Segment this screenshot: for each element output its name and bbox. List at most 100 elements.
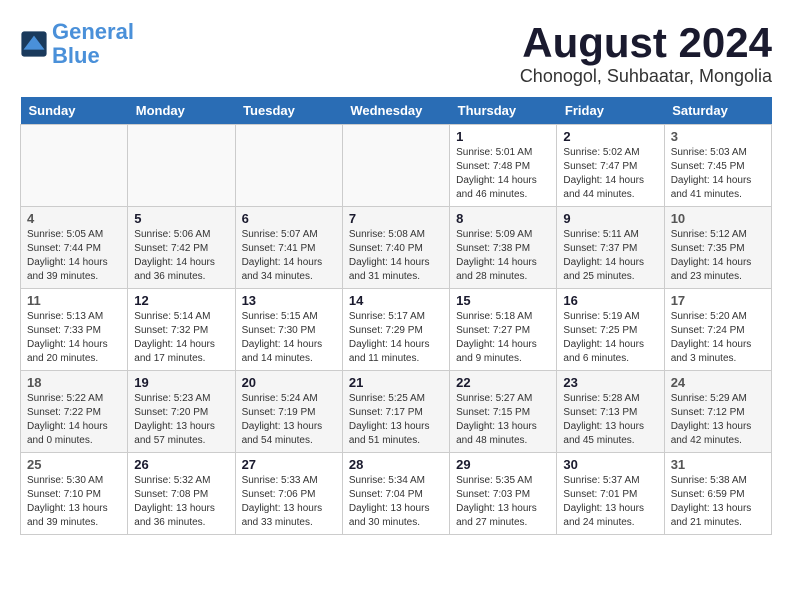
calendar-cell: 2 Sunrise: 5:02 AM Sunset: 7:47 PM Daylig…: [557, 125, 664, 207]
calendar-table: SundayMondayTuesdayWednesdayThursdayFrid…: [20, 97, 772, 535]
day-number: 21: [349, 375, 443, 390]
day-number: 11: [27, 293, 121, 308]
calendar-cell: 15 Sunrise: 5:18 AM Sunset: 7:27 PM Dayli…: [450, 289, 557, 371]
day-info: Sunrise: 5:37 AM Sunset: 7:01 PM Dayligh…: [563, 474, 657, 530]
calendar-cell: 10Sunrise: 5:12 AM Sunset: 7:35 PM Dayli…: [664, 207, 771, 289]
calendar-cell: 7Sunrise: 5:08 AM Sunset: 7:40 PM Daylig…: [342, 207, 449, 289]
week-row-2: 4 Sunrise: 5:05 AM Sunset: 7:44 PM Daylig…: [21, 207, 772, 289]
calendar-cell: 20 Sunrise: 5:24 AM Sunset: 7:19 PM Dayli…: [235, 371, 342, 453]
weekday-header-thursday: Thursday: [450, 97, 557, 125]
day-number: 25: [27, 457, 121, 472]
day-number: 8: [456, 211, 550, 226]
day-number: 18: [27, 375, 121, 390]
weekday-header-monday: Monday: [128, 97, 235, 125]
calendar-cell: [21, 125, 128, 207]
day-number: 26: [134, 457, 228, 472]
calendar-cell: 11 Sunrise: 5:13 AM Sunset: 7:33 PM Dayli…: [21, 289, 128, 371]
week-row-1: 1Sunrise: 5:01 AM Sunset: 7:48 PM Daylig…: [21, 125, 772, 207]
day-number: 6: [242, 211, 336, 226]
day-number: 2: [563, 129, 657, 144]
calendar-cell: 25 Sunrise: 5:30 AM Sunset: 7:10 PM Dayli…: [21, 453, 128, 535]
calendar-cell: 28 Sunrise: 5:34 AM Sunset: 7:04 PM Dayli…: [342, 453, 449, 535]
day-info: Sunrise: 5:34 AM Sunset: 7:04 PM Dayligh…: [349, 474, 443, 530]
weekday-header-sunday: Sunday: [21, 97, 128, 125]
day-info: Sunrise: 5:23 AM Sunset: 7:20 PM Dayligh…: [134, 392, 228, 448]
day-info: Sunrise: 5:18 AM Sunset: 7:27 PM Dayligh…: [456, 310, 550, 366]
day-info: Sunrise: 5:24 AM Sunset: 7:19 PM Dayligh…: [242, 392, 336, 448]
day-number: 22: [456, 375, 550, 390]
day-info: Sunrise: 5:35 AM Sunset: 7:03 PM Dayligh…: [456, 474, 550, 530]
calendar-cell: 13 Sunrise: 5:15 AM Sunset: 7:30 PM Dayli…: [235, 289, 342, 371]
calendar-cell: 24 Sunrise: 5:29 AM Sunset: 7:12 PM Dayli…: [664, 371, 771, 453]
day-number: 20: [242, 375, 336, 390]
calendar-cell: 14 Sunrise: 5:17 AM Sunset: 7:29 PM Dayli…: [342, 289, 449, 371]
day-number: 3: [671, 129, 765, 144]
day-info: Sunrise: 5:12 AM Sunset: 7:35 PM Dayligh…: [671, 228, 765, 284]
calendar-cell: 27 Sunrise: 5:33 AM Sunset: 7:06 PM Dayli…: [235, 453, 342, 535]
day-number: 4: [27, 211, 121, 226]
weekday-header-row: SundayMondayTuesdayWednesdayThursdayFrid…: [21, 97, 772, 125]
day-info: Sunrise: 5:27 AM Sunset: 7:15 PM Dayligh…: [456, 392, 550, 448]
day-number: 31: [671, 457, 765, 472]
day-info: Sunrise: 5:20 AM Sunset: 7:24 PM Dayligh…: [671, 310, 765, 366]
calendar-cell: 18Sunrise: 5:22 AM Sunset: 7:22 PM Dayli…: [21, 371, 128, 453]
day-info: Sunrise: 5:13 AM Sunset: 7:33 PM Dayligh…: [27, 310, 121, 366]
logo-line2: Blue: [52, 43, 100, 68]
day-info: Sunrise: 5:17 AM Sunset: 7:29 PM Dayligh…: [349, 310, 443, 366]
page-header: General Blue August 2024 Chonogol, Suhba…: [20, 20, 772, 87]
day-info: Sunrise: 5:05 AM Sunset: 7:44 PM Dayligh…: [27, 228, 121, 284]
weekday-header-wednesday: Wednesday: [342, 97, 449, 125]
day-info: Sunrise: 5:38 AM Sunset: 6:59 PM Dayligh…: [671, 474, 765, 530]
day-number: 13: [242, 293, 336, 308]
calendar-cell: [235, 125, 342, 207]
day-number: 5: [134, 211, 228, 226]
logo: General Blue: [20, 20, 134, 68]
day-number: 9: [563, 211, 657, 226]
calendar-cell: 3Sunrise: 5:03 AM Sunset: 7:45 PM Daylig…: [664, 125, 771, 207]
calendar-cell: [128, 125, 235, 207]
month-title: August 2024: [520, 20, 772, 66]
calendar-cell: 16 Sunrise: 5:19 AM Sunset: 7:25 PM Dayli…: [557, 289, 664, 371]
day-number: 27: [242, 457, 336, 472]
day-number: 29: [456, 457, 550, 472]
day-number: 17: [671, 293, 765, 308]
day-info: Sunrise: 5:32 AM Sunset: 7:08 PM Dayligh…: [134, 474, 228, 530]
day-number: 28: [349, 457, 443, 472]
day-info: Sunrise: 5:11 AM Sunset: 7:37 PM Dayligh…: [563, 228, 657, 284]
day-info: Sunrise: 5:14 AM Sunset: 7:32 PM Dayligh…: [134, 310, 228, 366]
week-row-4: 18Sunrise: 5:22 AM Sunset: 7:22 PM Dayli…: [21, 371, 772, 453]
day-number: 14: [349, 293, 443, 308]
title-block: August 2024 Chonogol, Suhbaatar, Mongoli…: [520, 20, 772, 87]
day-info: Sunrise: 5:25 AM Sunset: 7:17 PM Dayligh…: [349, 392, 443, 448]
calendar-cell: 8 Sunrise: 5:09 AM Sunset: 7:38 PM Daylig…: [450, 207, 557, 289]
calendar-cell: 9 Sunrise: 5:11 AM Sunset: 7:37 PM Daylig…: [557, 207, 664, 289]
day-number: 7: [349, 211, 443, 226]
calendar-cell: 21 Sunrise: 5:25 AM Sunset: 7:17 PM Dayli…: [342, 371, 449, 453]
day-info: Sunrise: 5:30 AM Sunset: 7:10 PM Dayligh…: [27, 474, 121, 530]
day-info: Sunrise: 5:09 AM Sunset: 7:38 PM Dayligh…: [456, 228, 550, 284]
weekday-header-friday: Friday: [557, 97, 664, 125]
day-info: Sunrise: 5:06 AM Sunset: 7:42 PM Dayligh…: [134, 228, 228, 284]
location-subtitle: Chonogol, Suhbaatar, Mongolia: [520, 66, 772, 87]
calendar-cell: 29 Sunrise: 5:35 AM Sunset: 7:03 PM Dayli…: [450, 453, 557, 535]
calendar-cell: 1Sunrise: 5:01 AM Sunset: 7:48 PM Daylig…: [450, 125, 557, 207]
day-info: Sunrise: 5:01 AM Sunset: 7:48 PM Dayligh…: [456, 146, 550, 202]
day-info: Sunrise: 5:33 AM Sunset: 7:06 PM Dayligh…: [242, 474, 336, 530]
calendar-cell: 26 Sunrise: 5:32 AM Sunset: 7:08 PM Dayli…: [128, 453, 235, 535]
day-number: 16: [563, 293, 657, 308]
day-number: 15: [456, 293, 550, 308]
day-info: Sunrise: 5:29 AM Sunset: 7:12 PM Dayligh…: [671, 392, 765, 448]
calendar-cell: 19 Sunrise: 5:23 AM Sunset: 7:20 PM Dayli…: [128, 371, 235, 453]
week-row-3: 11 Sunrise: 5:13 AM Sunset: 7:33 PM Dayli…: [21, 289, 772, 371]
calendar-cell: 30Sunrise: 5:37 AM Sunset: 7:01 PM Dayli…: [557, 453, 664, 535]
day-info: Sunrise: 5:02 AM Sunset: 7:47 PM Dayligh…: [563, 146, 657, 202]
day-info: Sunrise: 5:07 AM Sunset: 7:41 PM Dayligh…: [242, 228, 336, 284]
day-number: 12: [134, 293, 228, 308]
calendar-cell: 5 Sunrise: 5:06 AM Sunset: 7:42 PM Daylig…: [128, 207, 235, 289]
day-number: 19: [134, 375, 228, 390]
day-number: 24: [671, 375, 765, 390]
logo-line1: General: [52, 19, 134, 44]
calendar-cell: 12 Sunrise: 5:14 AM Sunset: 7:32 PM Dayli…: [128, 289, 235, 371]
day-info: Sunrise: 5:15 AM Sunset: 7:30 PM Dayligh…: [242, 310, 336, 366]
day-info: Sunrise: 5:19 AM Sunset: 7:25 PM Dayligh…: [563, 310, 657, 366]
